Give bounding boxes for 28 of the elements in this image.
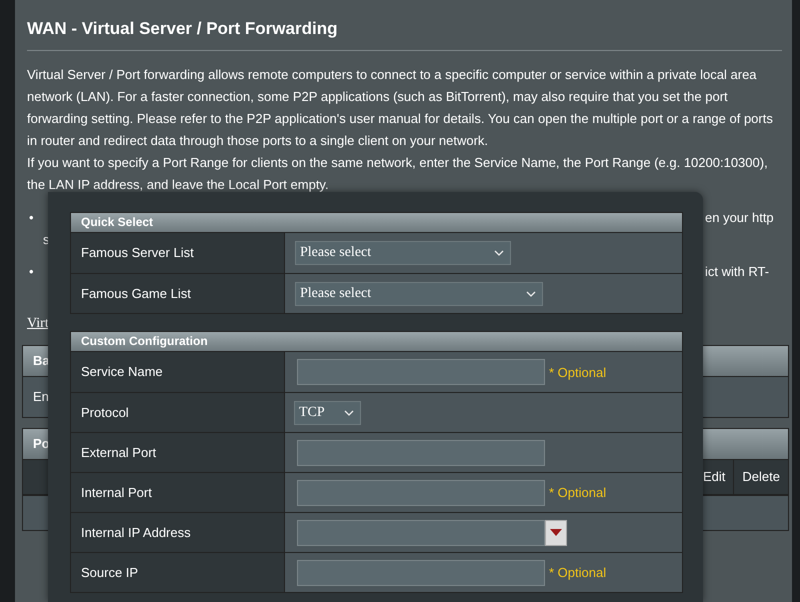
dropdown[interactable]: Please select — [295, 241, 511, 265]
chevron-icon — [494, 250, 504, 256]
hint-text: * Optional — [549, 565, 606, 580]
hint-text: * Optional — [549, 485, 606, 500]
chevron-icon — [344, 410, 354, 416]
dropdown[interactable]: Please select — [295, 282, 543, 306]
bullet: • — [29, 210, 34, 225]
chevron-icon — [526, 290, 536, 296]
link[interactable]: Virt — [27, 316, 49, 331]
caret-icon — [550, 529, 562, 536]
section-header: Quick Select — [71, 213, 682, 233]
dropdown-button[interactable] — [545, 520, 567, 546]
input-field[interactable] — [297, 560, 545, 586]
hint-text: * Optional — [549, 364, 606, 380]
description-text: If you want to specify a Port Range for clients on the same network, enter the Service Name, the Port Range (e.g. 10200:10300), the LAN IP address, and leave the Local Port empty. — [27, 154, 769, 194]
dropdown[interactable]: TCP — [294, 400, 361, 424]
input-field[interactable] — [297, 359, 545, 385]
section-header: Custom Configuration — [71, 332, 682, 352]
page-title: WAN - Virtual Server / Port Forwarding — [27, 18, 338, 40]
input-field[interactable] — [297, 520, 545, 546]
field-label: En — [33, 389, 49, 404]
note-text: en your http — [705, 209, 774, 227]
column-header: Delete — [733, 460, 788, 494]
input-field[interactable] — [297, 440, 545, 466]
input-field[interactable] — [297, 480, 545, 506]
description-text: Virtual Server / Port forwarding allows remote computers to connect to a specific computer or service within a private local area network (LAN). For a faster connection, some P2P applications (such as BitTorrent), may also require that you set the port forwarding setting. Please refer to the P2P application's user manual for details. You can open the multiple port or a range of ports in router and redirect data through those ports to a single client on your network. — [27, 66, 774, 150]
note-text: ict with RT- — [705, 263, 770, 281]
bullet: • — [29, 264, 34, 279]
